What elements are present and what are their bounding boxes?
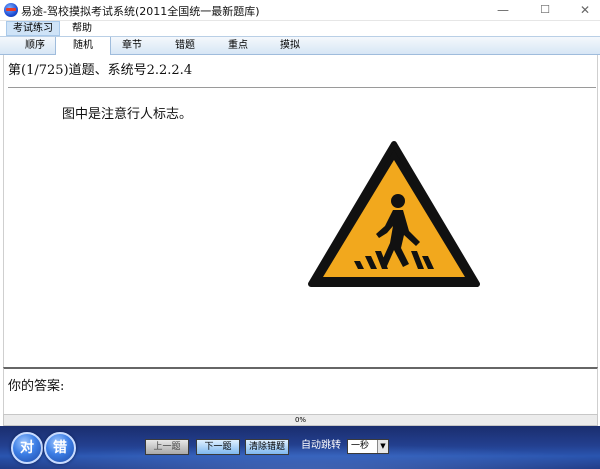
window-title: 易途-驾校摸拟考试系统(2011全国统一最新题库) [21,5,260,18]
menu-exam-practice[interactable]: 考试练习 [6,21,60,36]
divider [8,87,596,88]
menu-help[interactable]: 帮助 [66,21,98,36]
tab-wrong-questions[interactable]: 错题 [158,37,212,54]
tab-sequential[interactable]: 顺序 [8,37,62,54]
question-number: 第(1/725)道题、系统号2.2.2.4 [8,63,193,78]
maximize-button[interactable]: ☐ [530,0,560,20]
progress-bar: 0% [3,414,598,426]
clear-wrong-button[interactable]: 清除错题 [245,439,289,455]
progress-text: 0% [294,416,307,424]
auto-jump-select[interactable]: 一秒 ▼ [347,439,389,454]
close-button[interactable]: ✕ [570,0,600,20]
question-panel: 第(1/725)道题、系统号2.2.2.4 图中是注意行人标志。 [3,55,598,367]
auto-jump-value: 一秒 [351,441,370,451]
next-question-button[interactable]: 下一题 [196,439,240,455]
auto-jump-label: 自动跳转 [301,440,341,451]
menu-bar: 考试练习 帮助 [0,21,600,36]
answer-area: 你的答案: [3,367,598,414]
tab-random[interactable]: 随机 [55,37,111,55]
previous-question-button[interactable]: 上一题 [145,439,189,455]
dropdown-arrow-icon[interactable]: ▼ [377,440,388,453]
question-text: 图中是注意行人标志。 [62,107,193,122]
title-bar: 易途-驾校摸拟考试系统(2011全国统一最新题库) — ☐ ✕ [0,0,600,21]
app-icon [4,3,18,17]
bottom-toolbar: 对 错 上一题 下一题 清除错题 自动跳转 一秒 ▼ [0,426,600,469]
answer-label: 你的答案: [8,379,65,394]
tab-key-points[interactable]: 重点 [211,37,265,54]
answer-correct-button[interactable]: 对 [11,432,43,464]
minimize-button[interactable]: — [488,0,518,20]
answer-wrong-button[interactable]: 错 [44,432,76,464]
tab-bar: 顺序 随机 章节 错题 重点 摸拟 [0,36,600,55]
tab-chapter[interactable]: 章节 [105,37,159,54]
tab-mock-exam[interactable]: 摸拟 [263,37,317,54]
pedestrian-warning-sign-image [308,141,480,287]
